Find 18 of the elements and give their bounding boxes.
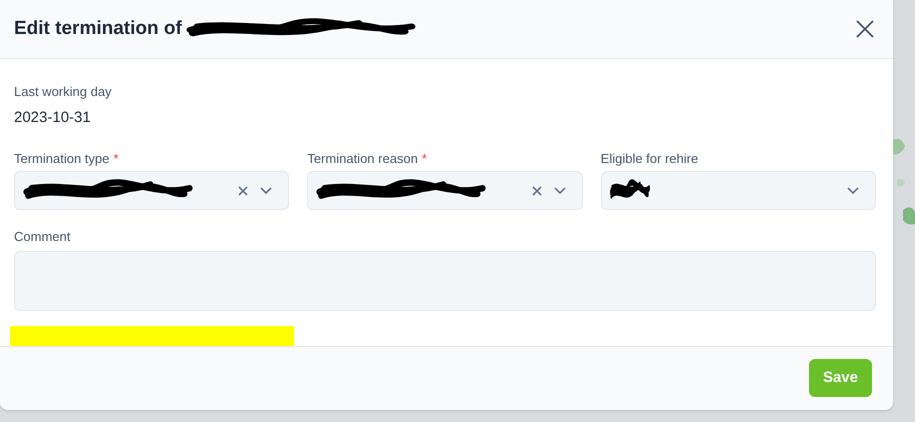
comment-field[interactable]	[14, 250, 876, 311]
chevron-down-icon	[554, 186, 566, 195]
dialog-title: Edit termination of	[14, 16, 182, 41]
required-mark: *	[422, 150, 427, 166]
chevron-down-icon	[260, 186, 272, 195]
chevron-down-icon	[847, 186, 859, 195]
close-icon	[856, 20, 874, 38]
required-mark: *	[113, 150, 118, 166]
field-label: Eligible for rehire	[600, 150, 700, 168]
save-button[interactable]: Save	[808, 359, 872, 398]
field-label: Termination reason *	[307, 150, 428, 168]
field-value: 2023-10-31	[14, 108, 92, 128]
select-field[interactable]	[307, 171, 583, 210]
field-label: Termination type *	[14, 150, 120, 168]
select-field[interactable]	[600, 171, 876, 210]
select-field[interactable]	[14, 171, 290, 210]
field-label: Last working day	[14, 82, 113, 101]
field-label: Comment	[14, 228, 72, 246]
